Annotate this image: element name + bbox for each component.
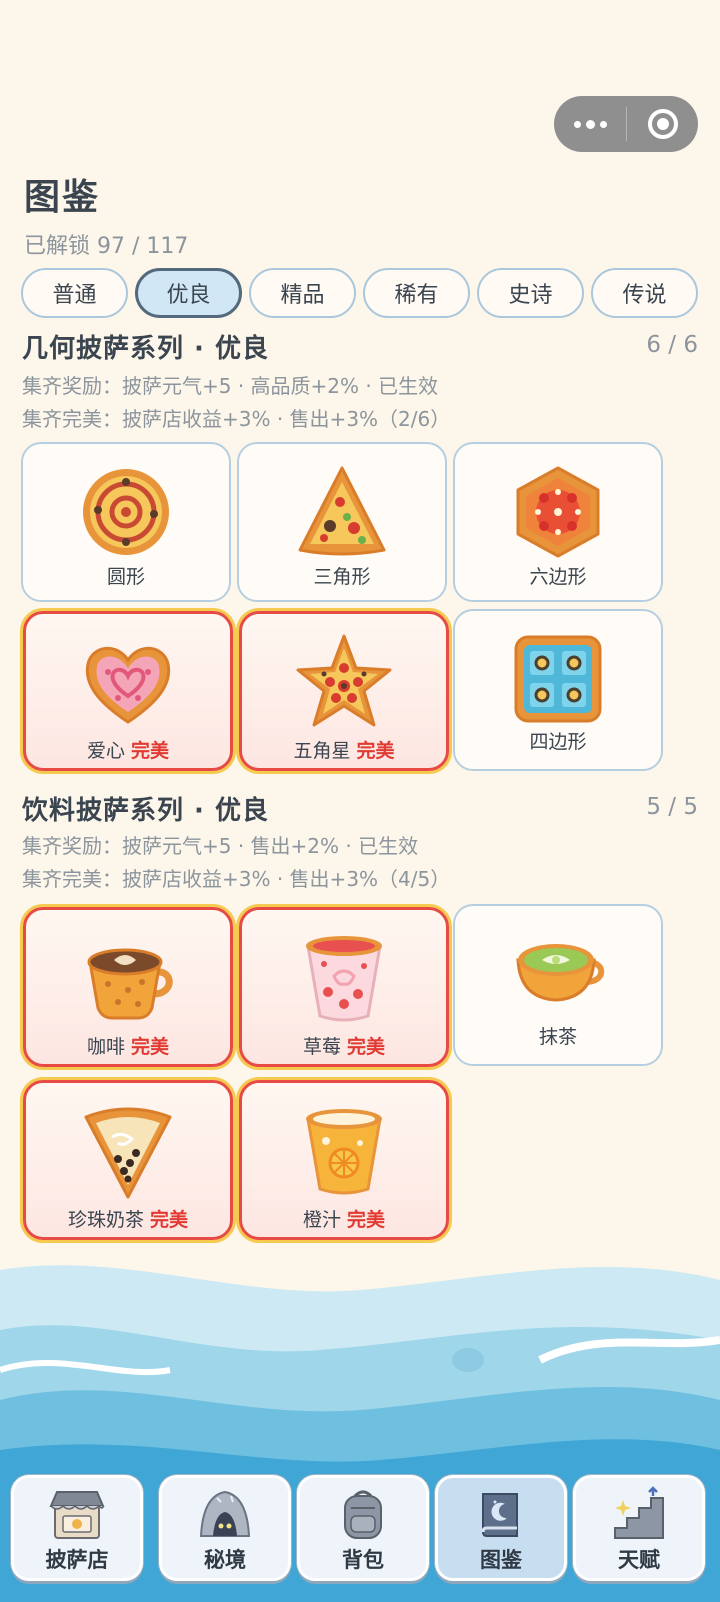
card-label: 咖啡 完美 — [86, 1036, 170, 1058]
pizza-card-matcha[interactable]: 抹茶 — [453, 904, 663, 1066]
nav-label: 图鉴 — [480, 1548, 522, 1572]
tab-legend[interactable]: 传说 — [591, 268, 698, 318]
tab-rare[interactable]: 稀有 — [363, 268, 470, 318]
strawberry-pizza-icon — [306, 936, 382, 1022]
pizza-card-strawberry[interactable]: 草莓 完美 — [239, 907, 449, 1067]
card-label: 三角形 — [313, 566, 371, 588]
nav-secret-realm[interactable]: 秘境 — [159, 1475, 291, 1581]
mini-program-capsule — [554, 96, 698, 152]
tab-epic[interactable]: 史诗 — [477, 268, 584, 318]
pizza-card-triangle[interactable]: 三角形 — [237, 442, 447, 602]
nav-label: 秘境 — [204, 1548, 246, 1572]
set-perfect-line: 集齐完美：披萨店收益+3% · 售出+3%（2/6） — [22, 407, 451, 431]
orange-juice-pizza-icon — [306, 1109, 382, 1195]
bottom-navigation: 披萨店 秘境 背包 图鉴 天赋 — [0, 1460, 720, 1602]
nav-label: 披萨店 — [45, 1548, 109, 1572]
set-reward-line: 集齐奖励：披萨元气+5 · 售出+2% · 已生效 — [22, 834, 419, 858]
perfect-badge: 完美 — [131, 740, 170, 762]
perfect-badge: 完美 — [131, 1036, 170, 1058]
star-pizza-icon — [296, 634, 392, 727]
cave-icon — [199, 1490, 251, 1537]
heart-pizza-icon — [85, 646, 171, 724]
drink-pizza-section: 饮料披萨系列 · 优良 5 / 5 集齐奖励：披萨元气+5 · 售出+2% · … — [0, 790, 720, 1270]
pizza-card-bubble-tea[interactable]: 珍珠奶茶 完美 — [23, 1080, 233, 1240]
shop-icon — [49, 1491, 105, 1539]
card-label: 六边形 — [529, 566, 587, 588]
perfect-badge: 完美 — [356, 740, 395, 762]
pizza-card-star[interactable]: 五角星 完美 — [239, 611, 449, 771]
card-label: 圆形 — [106, 566, 145, 588]
more-menu-icon[interactable] — [554, 96, 626, 152]
nav-talent[interactable]: 天赋 — [573, 1475, 705, 1581]
pizza-card-square[interactable]: 四边形 — [453, 609, 663, 771]
triangle-pizza-icon — [298, 466, 386, 556]
book-icon — [481, 1493, 518, 1537]
perfect-badge: 完美 — [347, 1209, 386, 1231]
nav-pizza-shop[interactable]: 披萨店 — [11, 1475, 143, 1581]
pizza-card-coffee[interactable]: 咖啡 完美 — [23, 907, 233, 1067]
bubble-tea-pizza-icon — [84, 1107, 172, 1199]
stairs-icon — [614, 1486, 664, 1539]
pizza-card-heart[interactable]: 爱心 完美 — [23, 611, 233, 771]
rarity-tabs: 普通 优良 精品 稀有 史诗 传说 — [21, 268, 698, 318]
backpack-icon — [344, 1490, 382, 1539]
section-title: 几何披萨系列 · 优良 — [22, 334, 269, 364]
tab-common[interactable]: 普通 — [21, 268, 128, 318]
section-count: 6 / 6 — [646, 332, 698, 358]
nav-collection[interactable]: 图鉴 — [435, 1475, 567, 1581]
set-perfect-line: 集齐完美：披萨店收益+3% · 售出+3%（4/5） — [22, 867, 451, 891]
pizza-card-round[interactable]: 圆形 — [21, 442, 231, 602]
card-label: 五角星 完美 — [293, 740, 395, 762]
nav-label: 天赋 — [618, 1548, 660, 1572]
pizza-card-orange-juice[interactable]: 橙汁 完美 — [239, 1080, 449, 1240]
card-label: 爱心 完美 — [86, 740, 170, 762]
page-title: 图鉴 — [24, 177, 101, 218]
set-reward-line: 集齐奖励：披萨元气+5 · 高品质+2% · 已生效 — [22, 374, 439, 398]
section-count: 5 / 5 — [646, 794, 698, 820]
nav-backpack[interactable]: 背包 — [297, 1475, 429, 1581]
coffee-pizza-icon — [87, 948, 173, 1020]
unlock-progress: 已解锁 97 / 117 — [24, 234, 189, 259]
geometry-pizza-section: 几何披萨系列 · 优良 6 / 6 集齐奖励：披萨元气+5 · 高品质+2% ·… — [0, 328, 720, 778]
perfect-badge: 完美 — [347, 1036, 386, 1058]
card-label: 珍珠奶茶 完美 — [67, 1209, 189, 1231]
tab-fine[interactable]: 精品 — [249, 268, 356, 318]
hexagon-pizza-icon — [516, 466, 600, 558]
card-label: 草莓 完美 — [302, 1036, 386, 1058]
card-label: 橙汁 完美 — [302, 1209, 386, 1231]
matcha-pizza-icon — [516, 944, 605, 1002]
card-label: 抹茶 — [538, 1026, 577, 1048]
perfect-badge: 完美 — [150, 1209, 189, 1231]
pizza-card-hexagon[interactable]: 六边形 — [453, 442, 663, 602]
nav-label: 背包 — [342, 1548, 384, 1572]
card-label: 四边形 — [529, 731, 587, 753]
round-pizza-icon — [83, 469, 169, 555]
square-pizza-icon — [514, 635, 602, 723]
tab-good[interactable]: 优良 — [135, 268, 242, 318]
close-program-icon[interactable] — [627, 96, 698, 152]
section-title: 饮料披萨系列 · 优良 — [22, 796, 269, 826]
